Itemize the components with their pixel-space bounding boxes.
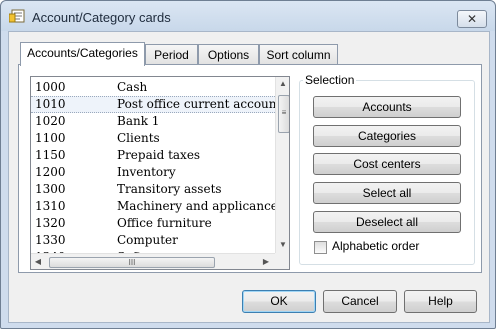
scroll-up-icon[interactable]: ▲ <box>276 79 289 88</box>
account-list[interactable]: 1000 Cash 1010 Post office current account… <box>30 76 290 270</box>
list-item[interactable]: 1000 Cash <box>31 79 275 96</box>
app-icon <box>9 9 25 23</box>
scroll-down-icon[interactable]: ▼ <box>276 240 289 249</box>
list-item[interactable]: 1320 Office furniture <box>31 215 275 232</box>
alphabetic-order-checkbox[interactable] <box>314 241 327 254</box>
list-item[interactable]: 1150 Prepaid taxes <box>31 147 275 164</box>
scroll-corner <box>275 253 289 269</box>
list-item[interactable]: 1300 Transitory assets <box>31 181 275 198</box>
vertical-scrollbar[interactable]: ▲ ≡ ▼ <box>275 77 289 253</box>
window-title: Account/Category cards <box>32 10 171 25</box>
cost-centers-button[interactable]: Cost centers <box>313 153 461 175</box>
scroll-right-icon[interactable]: ▶ <box>261 257 271 266</box>
deselect-all-button[interactable]: Deselect all <box>313 211 461 233</box>
scroll-left-icon[interactable]: ◀ <box>33 257 43 266</box>
tab-accounts-categories[interactable]: Accounts/Categories <box>20 42 145 66</box>
list-item[interactable]: 1330 Computer <box>31 232 275 249</box>
ok-button[interactable]: OK <box>242 290 316 313</box>
alphabetic-order-label[interactable]: Alphabetic order <box>332 239 419 253</box>
categories-button[interactable]: Categories <box>313 125 461 147</box>
list-item[interactable]: 1200 Inventory <box>31 164 275 181</box>
tab-options[interactable]: Options <box>198 44 259 65</box>
dialog-body: Accounts/Categories Period Options Sort … <box>8 31 490 323</box>
grip-icon: ≡ <box>281 108 287 117</box>
selection-group-label: Selection <box>303 73 357 87</box>
horizontal-scrollbar[interactable]: ◀ III ▶ <box>31 253 275 269</box>
tab-sort-column[interactable]: Sort column <box>259 44 338 65</box>
list-item-selected[interactable]: 1010 Post office current account <box>31 96 281 113</box>
list-item[interactable]: 1100 Clients <box>31 130 275 147</box>
close-button[interactable]: ✕ <box>457 10 487 28</box>
select-all-button[interactable]: Select all <box>313 182 461 204</box>
vertical-scroll-thumb[interactable]: ≡ <box>278 95 289 133</box>
list-item[interactable]: 1020 Bank 1 <box>31 113 275 130</box>
dialog-window: Account/Category cards ✕ Accounts/Catego… <box>0 0 496 329</box>
accounts-button[interactable]: Accounts <box>313 96 461 118</box>
horizontal-scroll-thumb[interactable]: III <box>49 257 215 268</box>
help-button[interactable]: Help <box>404 290 477 313</box>
selection-group: Selection Accounts Categories Cost cente… <box>299 73 475 265</box>
close-icon: ✕ <box>466 12 478 26</box>
tab-panel: 1000 Cash 1010 Post office current account… <box>18 64 482 273</box>
title-bar: Account/Category cards ✕ <box>1 1 495 31</box>
tab-period[interactable]: Period <box>145 44 198 65</box>
cancel-button[interactable]: Cancel <box>323 290 397 313</box>
list-item[interactable]: 1310 Machinery and applicances <box>31 198 284 215</box>
